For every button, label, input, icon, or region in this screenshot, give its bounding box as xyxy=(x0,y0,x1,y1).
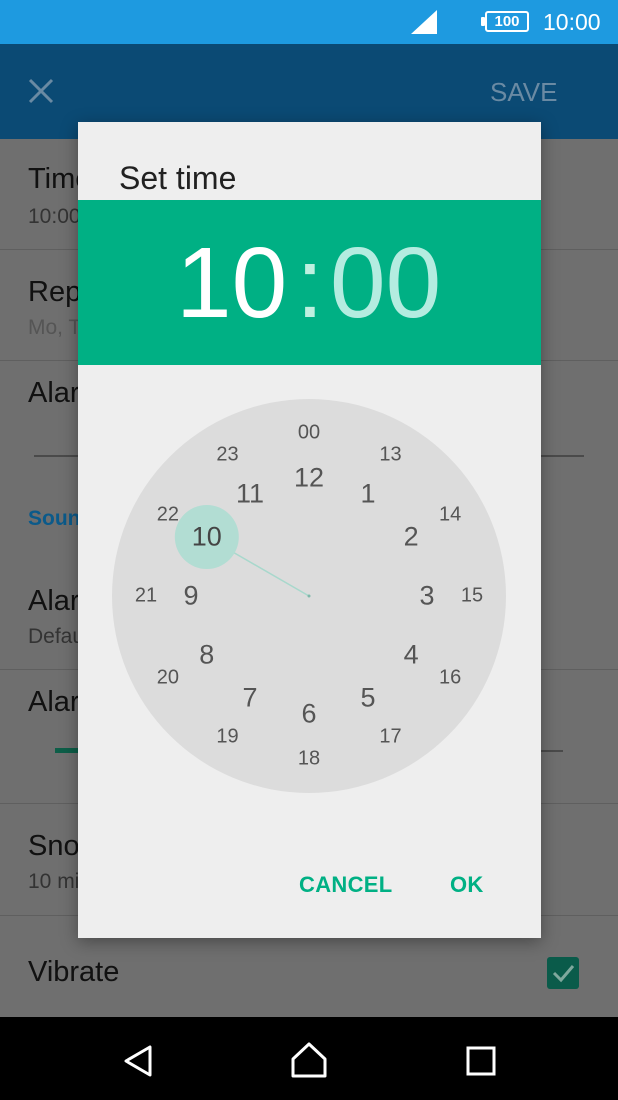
recents-icon[interactable] xyxy=(465,1045,497,1077)
hour-9[interactable]: 9 xyxy=(183,581,198,612)
hour-23[interactable]: 23 xyxy=(216,443,238,466)
time-separator: : xyxy=(296,227,324,339)
back-icon[interactable] xyxy=(120,1043,156,1079)
hour-00[interactable]: 00 xyxy=(298,422,320,445)
ok-button[interactable]: OK xyxy=(450,872,484,898)
hour-6[interactable]: 6 xyxy=(301,699,316,730)
set-time-dialog: Set time 10 : 00 12 1 2 3 4 5 6 7 8 9 10 11 00 13 14 15… xyxy=(78,122,541,938)
hour-20[interactable]: 20 xyxy=(157,666,179,689)
signal-icon xyxy=(411,10,437,34)
hour-4[interactable]: 4 xyxy=(404,640,419,671)
time-header: 10 : 00 xyxy=(78,200,541,365)
hour-17[interactable]: 17 xyxy=(379,726,401,749)
hour-10[interactable]: 10 xyxy=(192,522,222,553)
vibrate-checkbox[interactable] xyxy=(547,957,579,989)
hour-1[interactable]: 1 xyxy=(360,478,375,509)
hour-21[interactable]: 21 xyxy=(135,585,157,608)
home-icon[interactable] xyxy=(290,1041,328,1079)
status-time: 10:00 xyxy=(543,9,601,35)
hour-16[interactable]: 16 xyxy=(439,666,461,689)
time-value: 10:00 xyxy=(28,205,81,228)
save-button[interactable]: SAVE xyxy=(490,77,557,108)
hour-3[interactable]: 3 xyxy=(419,581,434,612)
hour-19[interactable]: 19 xyxy=(216,726,238,749)
hour-7[interactable]: 7 xyxy=(242,683,257,714)
hour-13[interactable]: 13 xyxy=(379,443,401,466)
check-icon xyxy=(552,965,575,983)
navigation-bar xyxy=(0,1017,618,1100)
clock-face[interactable]: 12 1 2 3 4 5 6 7 8 9 10 11 00 13 14 15 16 17 18 19 20 21 22 23 xyxy=(112,399,506,793)
hour-14[interactable]: 14 xyxy=(439,503,461,526)
battery-level: 100 xyxy=(494,13,520,30)
hour-8[interactable]: 8 xyxy=(199,640,214,671)
hour-12[interactable]: 12 xyxy=(294,463,324,494)
minute-display[interactable]: 00 xyxy=(330,228,441,338)
clock-hand-layer xyxy=(174,505,311,598)
hour-22[interactable]: 22 xyxy=(157,503,179,526)
hour-18[interactable]: 18 xyxy=(298,748,320,771)
hour-5[interactable]: 5 xyxy=(360,683,375,714)
vibrate-title: Vibrate xyxy=(28,956,120,988)
dialog-title: Set time xyxy=(119,160,237,196)
status-bar: 100 10:00 xyxy=(0,0,618,44)
clock-center-dot xyxy=(307,594,311,598)
hour-15[interactable]: 15 xyxy=(461,585,483,608)
hour-display[interactable]: 10 xyxy=(176,228,287,338)
hour-2[interactable]: 2 xyxy=(404,522,419,553)
cancel-button[interactable]: CANCEL xyxy=(299,872,392,898)
hour-11[interactable]: 11 xyxy=(236,478,264,509)
battery-icon: 100 xyxy=(481,11,529,32)
close-icon[interactable] xyxy=(26,76,56,106)
